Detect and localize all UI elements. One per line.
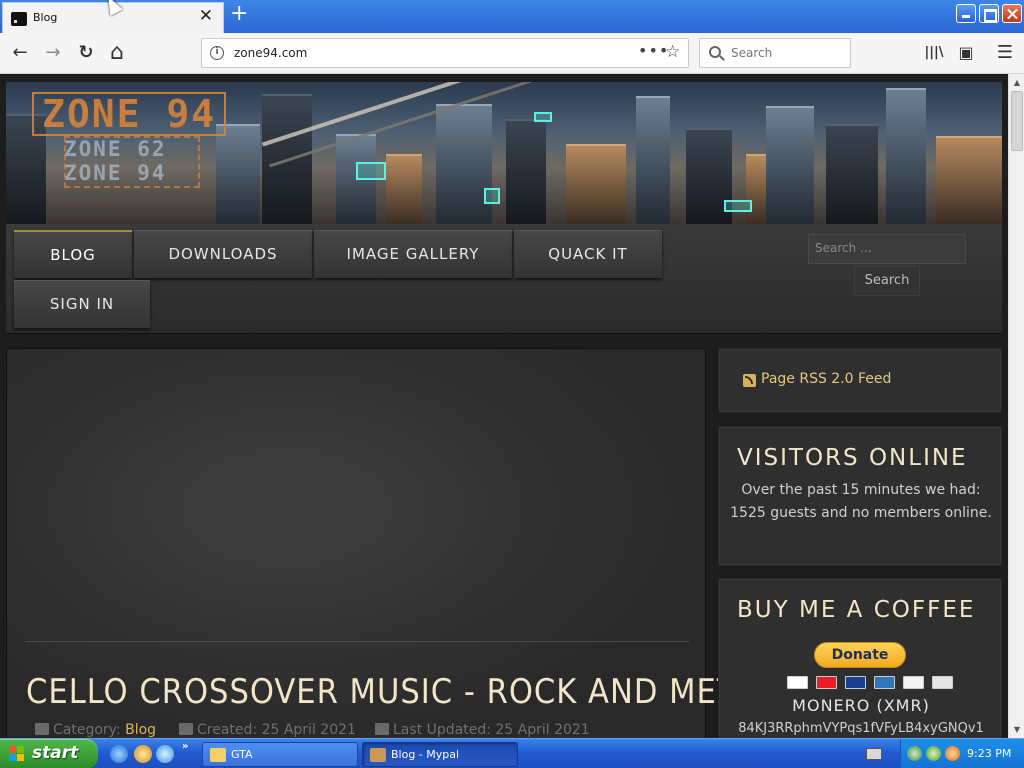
monero-address[interactable]: 84KJ3RRphmVYPqs1fVFyLB4xyGNQv1 (719, 721, 1003, 736)
taskbar-item-browser[interactable]: Blog - Mypal (362, 742, 518, 767)
maximize-button[interactable] (979, 4, 999, 23)
site-search-button[interactable]: Search (854, 266, 920, 296)
browser-app-icon (370, 748, 386, 762)
article-title[interactable]: CELLO CROSSOVER MUSIC - ROCK AND METAL (26, 672, 773, 712)
clock: 9:23 PM (967, 747, 1012, 760)
taskbar-item-label: GTA (231, 748, 253, 761)
donate-button[interactable]: Donate (814, 642, 906, 668)
buy-me-coffee-title: BUY ME A COFFEE (737, 597, 976, 623)
article-created: Created: 25 April 2021 (179, 722, 356, 738)
payment-cards (787, 674, 956, 689)
system-tray: 9:23 PM (900, 739, 1024, 768)
browser-quicklaunch-icon[interactable] (156, 745, 174, 763)
close-window-button[interactable] (1002, 4, 1022, 23)
site-logo[interactable]: ZONE 94 (32, 92, 227, 136)
menu-item-sign-in[interactable]: SIGN IN (14, 280, 150, 328)
start-label: start (32, 743, 79, 763)
updated-date: Last Updated: 25 April 2021 (393, 722, 590, 738)
monero-label: MONERO (XMR) (792, 696, 930, 715)
maestro-card-icon (845, 676, 867, 689)
category-label: Category: (53, 722, 121, 738)
mastercard-icon (816, 676, 838, 689)
taskbar-item-gta[interactable]: GTA (202, 742, 358, 767)
menu-item-image-gallery[interactable]: IMAGE GALLERY (314, 230, 512, 278)
reload-icon[interactable]: ↻ (74, 41, 98, 65)
scroll-up-arrow-icon[interactable]: ▲ (1010, 75, 1024, 90)
page-viewport: ZONE 94 ZONE 62 ZONE 94 BLOG DOWNLOADS I… (0, 74, 1008, 738)
minimize-button[interactable] (956, 4, 976, 23)
search-tray-icon[interactable] (945, 746, 960, 761)
bank-card-icon (932, 676, 954, 689)
site-favicon-icon (11, 12, 27, 26)
address-bar[interactable]: i zone94.com ••• ☆ (201, 38, 689, 68)
visa-card-icon (787, 676, 808, 689)
network-icon[interactable] (907, 746, 922, 761)
visitors-online-box: VISITORS ONLINE Over the past 15 minutes… (718, 426, 1002, 566)
windows-taskbar: start » GTA Blog - Mypal 9:23 PM (0, 738, 1024, 768)
quicklaunch-more-icon[interactable]: » (182, 741, 188, 752)
search-icon (709, 46, 721, 58)
article-panel: CELLO CROSSOVER MUSIC - ROCK AND METAL C… (6, 348, 773, 738)
new-tab-button[interactable]: + (230, 3, 248, 25)
back-icon[interactable]: ← (8, 41, 32, 65)
amex-card-icon (874, 676, 896, 689)
menu-item-downloads[interactable]: DOWNLOADS (134, 230, 312, 278)
scroll-thumb[interactable] (1011, 91, 1023, 151)
article-category: Category: Blog (35, 722, 156, 738)
scroll-down-arrow-icon[interactable]: ▼ (1010, 722, 1024, 737)
keyboard-layout-icon[interactable] (866, 748, 882, 760)
forward-icon[interactable]: → (41, 41, 65, 65)
created-date: Created: 25 April 2021 (197, 722, 356, 738)
windows-flag-icon (9, 746, 26, 762)
rss-icon (743, 374, 756, 387)
site-info-icon[interactable]: i (210, 46, 224, 60)
article-updated: Last Updated: 25 April 2021 (375, 722, 590, 738)
calendar-icon (375, 723, 389, 735)
tab-title: Blog (33, 11, 58, 24)
visitors-online-text: Over the past 15 minutes we had: 1525 gu… (730, 482, 992, 521)
menu-item-blog[interactable]: BLOG (14, 230, 132, 278)
calendar-icon (179, 723, 193, 735)
discover-card-icon (903, 676, 925, 689)
hamburger-menu-icon[interactable]: ☰ (993, 41, 1017, 65)
main-menu-band: BLOG DOWNLOADS IMAGE GALLERY QUACK IT SI… (6, 224, 1002, 334)
bookmark-star-icon[interactable]: ☆ (665, 42, 680, 62)
folder-icon (35, 723, 49, 735)
site-search-input[interactable]: Search ... (808, 234, 966, 264)
rss-feed-link[interactable]: Page RSS 2.0 Feed (761, 371, 891, 387)
media-player-icon[interactable] (134, 745, 152, 763)
browser-search-box[interactable]: Search (699, 38, 851, 68)
url-text[interactable]: zone94.com (234, 46, 307, 60)
security-icon[interactable] (926, 746, 941, 761)
visitors-online-title: VISITORS ONLINE (737, 445, 968, 471)
menu-item-quack-it[interactable]: QUACK IT (514, 230, 662, 278)
logo-sub-line-2: ZONE 94 (64, 161, 167, 185)
tab-bar: Blog ✕ + (0, 0, 1024, 33)
rss-box: Page RSS 2.0 Feed (718, 348, 1002, 413)
buy-me-coffee-box: BUY ME A COFFEE Donate MONERO (XMR) 84KJ… (718, 578, 1002, 738)
category-link[interactable]: Blog (125, 722, 156, 738)
start-button[interactable]: start (0, 739, 98, 768)
logo-sub-line-1: ZONE 62 (64, 137, 167, 161)
library-icon[interactable]: |||\ (922, 41, 946, 65)
home-icon[interactable]: ⌂ (105, 41, 129, 65)
folder-icon (210, 748, 226, 762)
browser-search-placeholder: Search (731, 46, 773, 60)
site-header-banner: ZONE 94 ZONE 62 ZONE 94 (6, 82, 1002, 224)
sidebar-icon[interactable]: ▣ (954, 41, 978, 65)
tab-close-icon[interactable]: ✕ (199, 8, 213, 25)
taskbar-item-label: Blog - Mypal (391, 748, 460, 761)
navigation-toolbar: ← → ↻ ⌂ i zone94.com ••• ☆ Search |||\ ▣… (0, 33, 1024, 74)
page-scrollbar[interactable]: ▲ ▼ (1008, 74, 1024, 738)
divider (25, 641, 689, 642)
internet-explorer-icon[interactable] (110, 745, 128, 763)
